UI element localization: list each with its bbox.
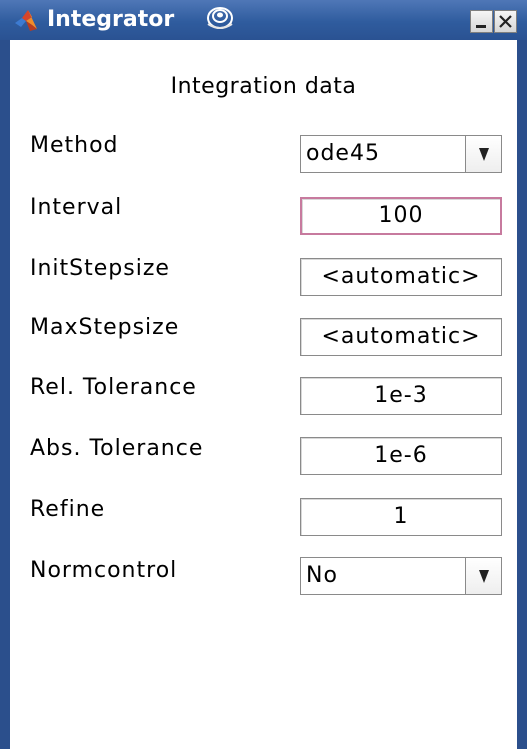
normcontrol-dropdown-button[interactable] (465, 558, 501, 594)
method-value: ode45 (306, 141, 380, 166)
panel-heading: Integration data (170, 74, 357, 99)
integrator-window: Integrator Integration data Method ode45 (0, 0, 527, 749)
normcontrol-label: Normcontrol (30, 558, 178, 583)
reltol-field[interactable]: 1e-3 (300, 377, 502, 415)
normcontrol-value: No (306, 563, 338, 588)
chevron-down-icon (479, 148, 489, 161)
initstepsize-label: InitStepsize (30, 256, 170, 281)
minimize-icon (476, 25, 486, 28)
window-title: Integrator (47, 7, 175, 32)
refine-label: Refine (30, 497, 106, 522)
method-select[interactable]: ode45 (300, 135, 502, 173)
maxstepsize-label: MaxStepsize (30, 315, 180, 340)
refine-field[interactable]: 1 (300, 498, 502, 536)
method-label: Method (30, 133, 119, 158)
matlab-icon (14, 8, 38, 32)
window-border-right (517, 40, 527, 749)
method-dropdown-button[interactable] (465, 136, 501, 172)
maxstepsize-field[interactable]: <automatic> (300, 318, 502, 356)
title-bar[interactable]: Integrator (0, 0, 527, 40)
initstepsize-field[interactable]: <automatic> (300, 258, 502, 296)
rollup-icon[interactable] (204, 4, 234, 34)
normcontrol-select[interactable]: No (300, 557, 502, 595)
abstol-label: Abs. Tolerance (30, 436, 204, 461)
interval-label: Interval (30, 195, 123, 220)
close-icon (499, 15, 512, 28)
close-button[interactable] (494, 10, 517, 33)
interval-field[interactable]: 100 (300, 197, 502, 235)
chevron-down-icon (479, 570, 489, 583)
window-border-left (0, 0, 10, 749)
minimize-button[interactable] (470, 10, 493, 33)
abstol-field[interactable]: 1e-6 (300, 437, 502, 475)
reltol-label: Rel. Tolerance (30, 375, 197, 400)
